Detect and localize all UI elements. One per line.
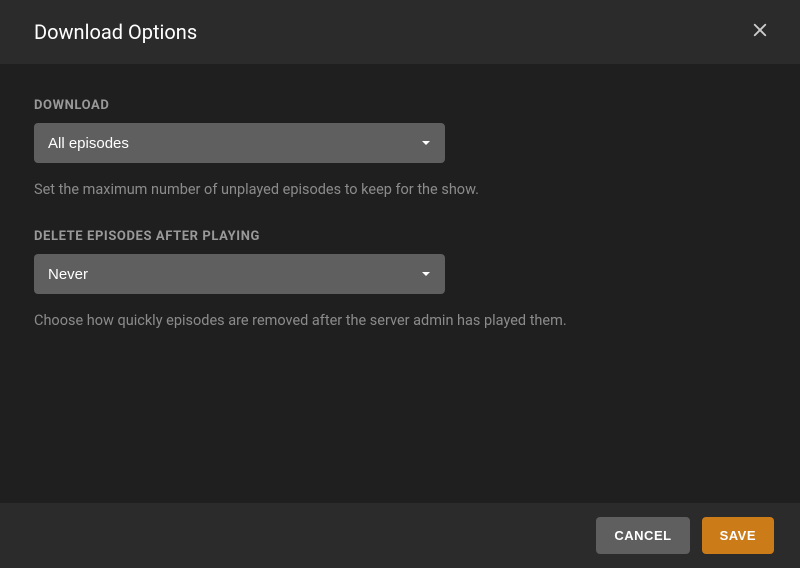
download-select-wrap: All episodes <box>34 123 445 163</box>
delete-after-select[interactable]: Never <box>34 254 445 294</box>
download-help-text: Set the maximum number of unplayed episo… <box>34 179 594 201</box>
dialog-title: Download Options <box>34 20 197 44</box>
download-field-group: DOWNLOAD All episodes Set the maximum nu… <box>34 98 766 201</box>
delete-after-field-group: DELETE EPISODES AFTER PLAYING Never Choo… <box>34 229 766 332</box>
dialog-header: Download Options <box>0 0 800 64</box>
delete-after-label: DELETE EPISODES AFTER PLAYING <box>34 229 766 244</box>
save-button[interactable]: SAVE <box>702 517 774 554</box>
download-select[interactable]: All episodes <box>34 123 445 163</box>
close-button[interactable] <box>746 18 774 46</box>
download-label: DOWNLOAD <box>34 98 766 113</box>
dialog-footer: CANCEL SAVE <box>0 503 800 568</box>
delete-after-help-text: Choose how quickly episodes are removed … <box>34 310 594 332</box>
close-icon <box>751 21 769 43</box>
dialog-content: DOWNLOAD All episodes Set the maximum nu… <box>0 64 800 381</box>
delete-after-select-wrap: Never <box>34 254 445 294</box>
cancel-button[interactable]: CANCEL <box>596 517 689 554</box>
